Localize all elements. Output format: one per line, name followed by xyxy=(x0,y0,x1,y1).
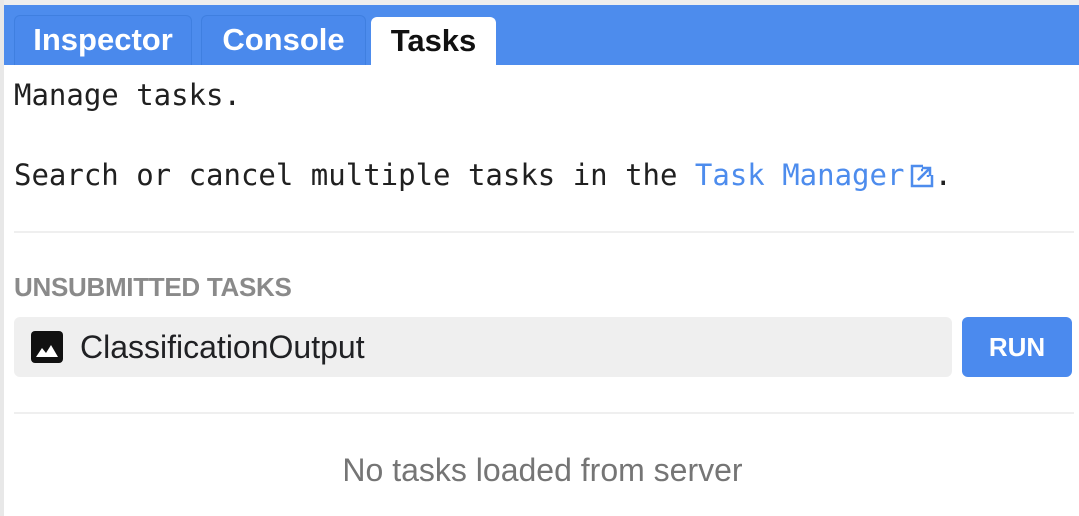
panel-left-border xyxy=(0,0,4,516)
open-in-new-icon xyxy=(910,161,935,195)
task-manager-description: Search or cancel multiple tasks in the T… xyxy=(14,158,952,195)
tab-inspector[interactable]: Inspector xyxy=(14,15,192,65)
task-manager-link-label: Task Manager xyxy=(694,158,905,192)
tab-console[interactable]: Console xyxy=(201,15,366,65)
description-prefix: Search or cancel multiple tasks in the xyxy=(14,158,695,192)
tab-tasks[interactable]: Tasks xyxy=(371,17,496,65)
run-button[interactable]: RUN xyxy=(962,317,1072,377)
intro-text: Manage tasks. xyxy=(14,78,241,112)
task-manager-link[interactable]: Task Manager xyxy=(695,158,935,192)
server-tasks-empty-message: No tasks loaded from server xyxy=(342,452,743,488)
divider xyxy=(14,412,1074,414)
task-name: ClassificationOutput xyxy=(80,329,365,365)
tab-bar: Inspector Console Tasks xyxy=(4,5,1079,65)
unsubmitted-task-row[interactable]: ClassificationOutput xyxy=(14,317,952,377)
divider xyxy=(14,231,1074,233)
description-suffix: . xyxy=(934,158,952,192)
unsubmitted-tasks-heading: UNSUBMITTED TASKS xyxy=(14,272,292,302)
image-icon xyxy=(30,330,64,369)
